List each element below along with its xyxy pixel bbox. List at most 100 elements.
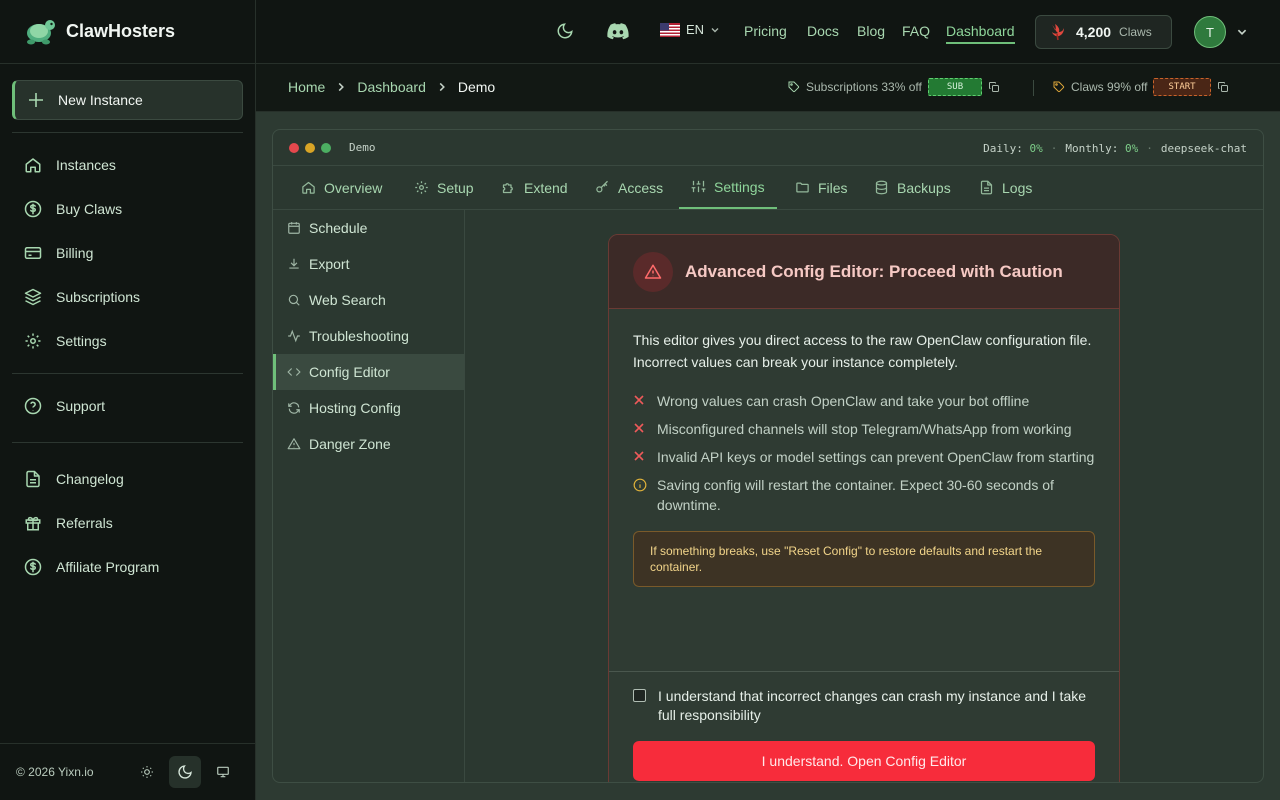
settings-item-hosting-config[interactable]: Hosting Config — [273, 390, 464, 426]
settings-item-schedule[interactable]: Schedule — [273, 210, 464, 246]
settings-item-danger-zone[interactable]: Danger Zone — [273, 426, 464, 462]
file-icon — [979, 180, 994, 195]
tab-overview[interactable]: Overview — [289, 166, 394, 209]
home-icon — [301, 180, 316, 195]
copy-icon[interactable] — [1217, 81, 1229, 93]
new-instance-label: New Instance — [58, 92, 143, 108]
copy-icon[interactable] — [988, 81, 1000, 93]
risk-item: Wrong values can crash OpenClaw and take… — [633, 391, 1095, 411]
promo-text: Subscriptions 33% off — [806, 80, 922, 94]
monthly-label: Monthly: — [1065, 142, 1119, 155]
sidebar-item-label: Billing — [56, 245, 94, 261]
promo-text: Claws 99% off — [1071, 80, 1148, 94]
nav-link-pricing[interactable]: Pricing — [744, 23, 787, 39]
risk-item: Invalid API keys or model settings can p… — [633, 447, 1095, 467]
warning-triangle-icon — [287, 437, 301, 451]
instance-name: Demo — [349, 141, 376, 154]
x-icon — [633, 391, 647, 411]
info-text: Saving config will restart the container… — [657, 477, 1054, 513]
sun-icon — [140, 765, 154, 779]
settings-item-config-editor[interactable]: Config Editor — [273, 354, 464, 390]
dark-theme-button[interactable] — [169, 756, 201, 788]
settings-item-label: Troubleshooting — [309, 328, 409, 344]
system-theme-button[interactable] — [207, 756, 239, 788]
chevron-right-icon — [335, 81, 347, 93]
settings-item-web-search[interactable]: Web Search — [273, 282, 464, 318]
credit-card-icon — [24, 244, 42, 262]
tab-extend[interactable]: Extend — [489, 166, 580, 209]
sidebar-item-label: Affiliate Program — [56, 559, 160, 575]
breadcrumb-dashboard[interactable]: Dashboard — [357, 79, 426, 95]
tab-setup[interactable]: Setup — [402, 166, 486, 209]
info-icon — [633, 475, 647, 515]
tab-access[interactable]: Access — [583, 166, 675, 209]
claws-balance[interactable]: 4,200 Claws — [1035, 15, 1172, 49]
folder-icon — [795, 180, 810, 195]
nav-link-blog[interactable]: Blog — [857, 23, 885, 39]
language-selector[interactable]: EN — [660, 22, 720, 37]
model-name: deepseek-chat — [1160, 142, 1247, 155]
instance-panel: Demo Daily: 0% · Monthly: 0% · deepseek-… — [272, 129, 1264, 783]
divider — [1033, 80, 1034, 96]
tab-label: Overview — [324, 179, 383, 196]
main-content: Demo Daily: 0% · Monthly: 0% · deepseek-… — [256, 112, 1280, 800]
settings-item-label: Web Search — [309, 292, 386, 308]
moon-icon[interactable] — [556, 22, 574, 40]
warning-body: This editor gives you direct access to t… — [609, 309, 1119, 587]
chevron-down-icon[interactable] — [1236, 26, 1248, 38]
brand[interactable]: ClawHosters — [0, 0, 255, 64]
theme-switcher — [131, 756, 239, 788]
database-icon — [874, 180, 889, 195]
promo-code-sub[interactable]: SUB — [927, 78, 983, 96]
sidebar-item-billing[interactable]: Billing — [12, 235, 243, 271]
nav-link-docs[interactable]: Docs — [807, 23, 839, 39]
promo-code-start[interactable]: START — [1153, 78, 1211, 96]
sidebar-item-support[interactable]: Support — [12, 388, 243, 424]
tab-backups[interactable]: Backups — [862, 166, 963, 209]
monitor-icon — [216, 765, 230, 779]
turtle-logo-icon — [24, 17, 56, 47]
tab-settings[interactable]: Settings — [679, 166, 777, 209]
sidebar-item-buy-claws[interactable]: Buy Claws — [12, 191, 243, 227]
nav-link-dashboard[interactable]: Dashboard — [946, 23, 1015, 44]
warning-intro: This editor gives you direct access to t… — [633, 332, 1092, 370]
sidebar-item-instances[interactable]: Instances — [12, 147, 243, 183]
tab-files[interactable]: Files — [783, 166, 860, 209]
sidebar-item-referrals[interactable]: Referrals — [12, 505, 243, 541]
tag-icon — [1053, 81, 1065, 93]
sidebar-item-changelog[interactable]: Changelog — [12, 461, 243, 497]
discord-icon[interactable] — [607, 22, 629, 40]
light-theme-button[interactable] — [131, 756, 163, 788]
tab-logs[interactable]: Logs — [967, 166, 1044, 209]
sidebar-item-label: Referrals — [56, 515, 113, 531]
tab-label: Settings — [714, 178, 765, 195]
sidebar-item-label: Buy Claws — [56, 201, 123, 217]
tab-label: Logs — [1002, 179, 1033, 196]
plus-icon — [28, 92, 44, 108]
copyright: © 2026 Yixn.io — [16, 765, 94, 779]
avatar[interactable]: T — [1194, 16, 1226, 48]
settings-item-label: Danger Zone — [309, 436, 391, 452]
nav-link-faq[interactable]: FAQ — [902, 23, 930, 39]
x-icon — [633, 419, 647, 439]
new-instance-button[interactable]: New Instance — [12, 80, 243, 120]
sidebar-item-settings[interactable]: Settings — [12, 323, 243, 359]
sidebar-item-subscriptions[interactable]: Subscriptions — [12, 279, 243, 315]
open-config-editor-button[interactable]: I understand. Open Config Editor — [633, 741, 1095, 781]
moon-icon — [177, 764, 193, 780]
sidebar-item-label: Subscriptions — [56, 289, 141, 305]
acknowledge-checkbox[interactable] — [633, 689, 646, 702]
chevron-down-icon — [710, 25, 720, 35]
instance-tabs: Overview Setup Extend Access Settings Fi… — [273, 166, 1263, 210]
gear-icon — [414, 180, 429, 195]
settings-item-export[interactable]: Export — [273, 246, 464, 282]
acknowledge-checkbox-row[interactable]: I understand that incorrect changes can … — [633, 687, 1097, 725]
settings-item-troubleshooting[interactable]: Troubleshooting — [273, 318, 464, 354]
breadcrumb-bar: Home Dashboard Demo Subscriptions 33% of… — [256, 64, 1280, 112]
breadcrumb-home[interactable]: Home — [288, 79, 325, 95]
reset-config-notice: If something breaks, use "Reset Config" … — [633, 531, 1095, 587]
tag-icon — [788, 81, 800, 93]
settings-menu: Schedule Export Web Search Troubleshooti… — [273, 210, 465, 782]
sidebar-item-affiliate-program[interactable]: Affiliate Program — [12, 549, 243, 585]
risk-text: Invalid API keys or model settings can p… — [657, 449, 1095, 465]
